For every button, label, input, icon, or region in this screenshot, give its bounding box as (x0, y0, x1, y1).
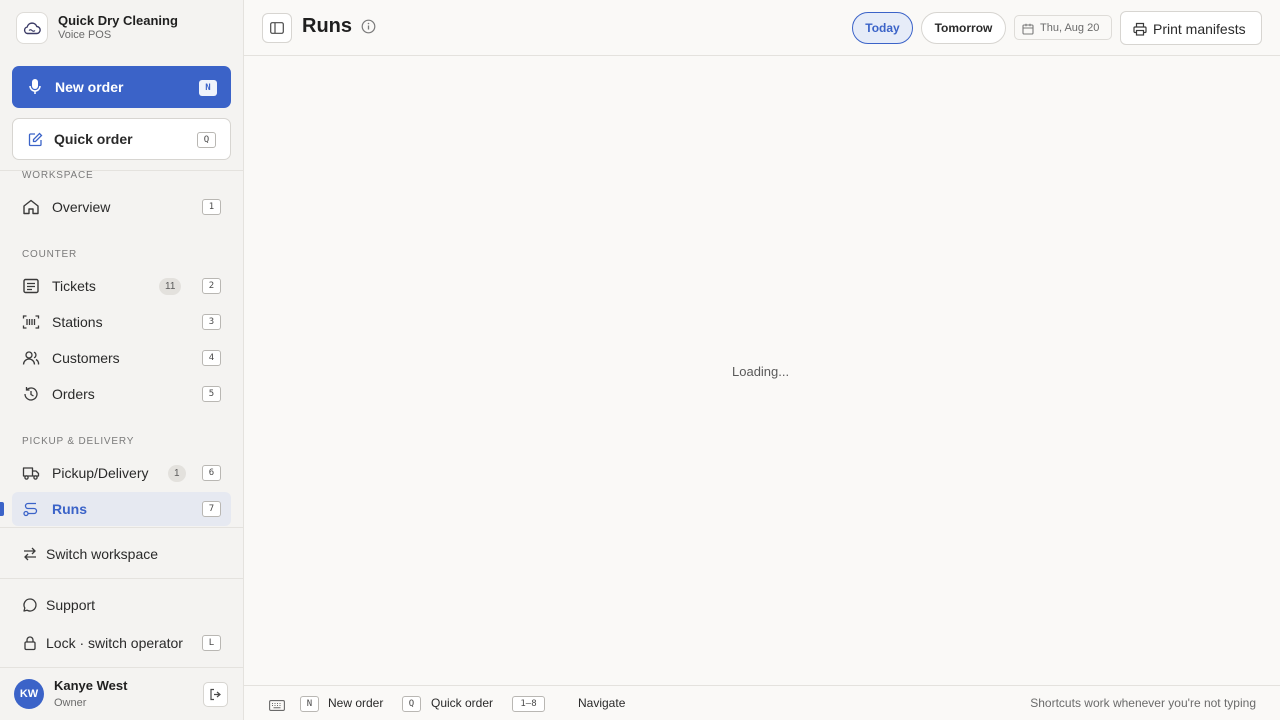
route-icon (22, 501, 40, 517)
loading-status: Loading... (732, 364, 790, 379)
logout-icon (210, 688, 221, 701)
tab-today[interactable]: Today (852, 12, 913, 44)
count-badge: 1 (168, 465, 186, 482)
keyboard-icon (269, 698, 285, 716)
sidebar-item-stations[interactable]: Stations 3 (12, 305, 231, 339)
date-label: Thu, Aug 20 (1040, 22, 1100, 34)
users-icon (22, 350, 40, 366)
sidebar: Quick Dry Cleaning Voice POS New order N… (0, 0, 244, 720)
active-indicator (0, 502, 4, 516)
lock-icon (22, 635, 40, 651)
swap-icon (22, 546, 40, 562)
sidebar-item-label: Customers (52, 350, 120, 366)
brand-subtitle: Voice POS (58, 29, 112, 41)
user-name: Kanye West (54, 678, 128, 693)
quick-order-button[interactable]: Quick order Q (12, 118, 231, 160)
cloud-logo-icon (16, 12, 48, 44)
divider (0, 527, 243, 528)
support-label: Support (46, 597, 96, 613)
sidebar-item-label: Overview (52, 199, 111, 215)
quick-order-label: Quick order (54, 131, 133, 147)
date-picker[interactable]: Thu, Aug 20 (1014, 15, 1112, 40)
barcode-icon (22, 314, 40, 330)
sidebar-item-label: Orders (52, 386, 95, 402)
print-manifests-button[interactable]: Print manifests (1120, 11, 1262, 45)
new-order-label: New order (55, 79, 124, 95)
switch-workspace-label: Switch workspace (46, 546, 159, 562)
section-label-workspace: WORKSPACE (22, 170, 94, 181)
logout-button[interactable] (203, 682, 228, 707)
tab-tomorrow[interactable]: Tomorrow (921, 12, 1006, 44)
edit-icon (28, 132, 43, 152)
shortcut-label: Quick order (431, 696, 494, 710)
info-icon[interactable] (361, 19, 376, 39)
brand-name: Quick Dry Cleaning (58, 13, 178, 28)
sidebar-item-orders[interactable]: Orders 5 (12, 377, 231, 411)
shortcut-key: 2 (202, 278, 221, 294)
shortcut-key: 3 (202, 314, 221, 330)
sidebar-item-tickets[interactable]: Tickets 11 2 (12, 269, 231, 303)
shortcut-bar: N New order Q Quick order 1–8 Navigate S… (244, 685, 1280, 720)
sidebar-toggle-icon (270, 22, 284, 34)
shortcut-hint: Shortcuts work whenever you're not typin… (1030, 696, 1256, 710)
sidebar-item-customers[interactable]: Customers 4 (12, 341, 231, 375)
printer-icon (1133, 22, 1147, 41)
history-icon (22, 386, 40, 402)
user-role: Owner (54, 697, 87, 709)
new-order-button[interactable]: New order N (12, 66, 231, 108)
chat-bubble-icon (22, 597, 40, 613)
section-label-pickup-delivery: PICKUP & DELIVERY (22, 436, 135, 447)
sidebar-item-label: Runs (52, 501, 87, 517)
shortcut-key: 1–8 (512, 696, 545, 712)
shortcut-key: Q (197, 132, 216, 148)
print-manifests-label: Print manifests (1153, 21, 1246, 37)
page-title: Runs (302, 15, 352, 37)
sidebar-item-overview[interactable]: Overview 1 (12, 190, 231, 224)
shortcut-key: 6 (202, 465, 221, 481)
brand[interactable]: Quick Dry Cleaning Voice POS (16, 12, 236, 44)
sidebar-item-runs[interactable]: Runs 7 (12, 492, 231, 526)
sidebar-item-pickup-delivery[interactable]: Pickup/Delivery 1 6 (12, 456, 231, 490)
home-icon (22, 199, 40, 215)
divider (0, 578, 243, 579)
support-button[interactable]: Support (12, 588, 231, 622)
count-badge: 11 (159, 278, 182, 295)
microphone-icon (28, 78, 42, 101)
tickets-icon (22, 278, 40, 294)
shortcut-key: N (199, 80, 217, 96)
lock-switch-operator-button[interactable]: Lock · switch operator L (12, 626, 231, 660)
section-label-counter: COUNTER (22, 249, 78, 260)
sidebar-item-label: Tickets (52, 278, 96, 294)
shortcut-key: 1 (202, 199, 221, 215)
switch-workspace-button[interactable]: Switch workspace (12, 537, 231, 571)
sidebar-item-label: Pickup/Delivery (52, 465, 149, 481)
sidebar-toggle-button[interactable] (262, 13, 292, 43)
shortcut-key: 4 (202, 350, 221, 366)
shortcut-label: New order (328, 696, 384, 710)
divider (0, 667, 243, 668)
truck-icon (22, 465, 40, 481)
avatar[interactable]: KW (14, 679, 44, 709)
shortcut-key: 5 (202, 386, 221, 402)
shortcut-key: 7 (202, 501, 221, 517)
shortcut-key: N (300, 696, 319, 712)
page-header: Runs Today Tomorrow Thu, Aug 20 Print ma… (244, 0, 1280, 56)
calendar-icon (1022, 22, 1034, 40)
sidebar-item-label: Stations (52, 314, 103, 330)
lock-label: Lock · switch operator (46, 635, 183, 651)
shortcut-key: L (202, 635, 221, 651)
shortcut-key: Q (402, 696, 421, 712)
shortcut-label: Navigate (578, 696, 626, 710)
